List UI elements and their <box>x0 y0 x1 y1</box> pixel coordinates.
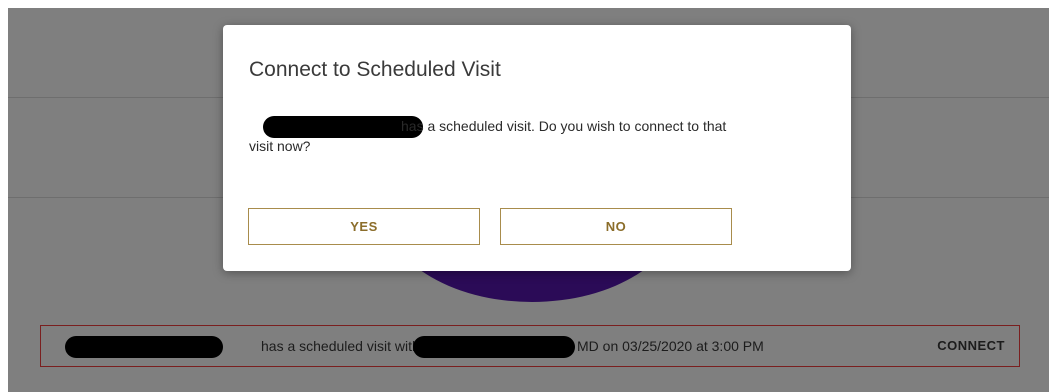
connect-button[interactable]: CONNECT <box>937 338 1005 353</box>
dialog-title: Connect to Scheduled Visit <box>249 58 501 81</box>
scheduled-visit-banner: has a scheduled visit with MD on 03/25/2… <box>40 325 1020 367</box>
yes-button[interactable]: YES <box>248 208 480 245</box>
banner-text-date: MD on 03/25/2020 at 3:00 PM <box>577 338 764 354</box>
dialog-message-line: has a scheduled visit. Do you wish to co… <box>401 118 727 134</box>
banner-text: has a scheduled visit with <box>261 338 420 354</box>
redacted-provider-name <box>413 336 575 358</box>
no-button[interactable]: NO <box>500 208 732 245</box>
connect-dialog: Connect to Scheduled Visit has a schedul… <box>223 25 851 271</box>
dialog-message-line: visit now? <box>249 138 311 154</box>
redacted-patient-name <box>263 116 423 138</box>
redacted-patient-name <box>65 336 223 358</box>
